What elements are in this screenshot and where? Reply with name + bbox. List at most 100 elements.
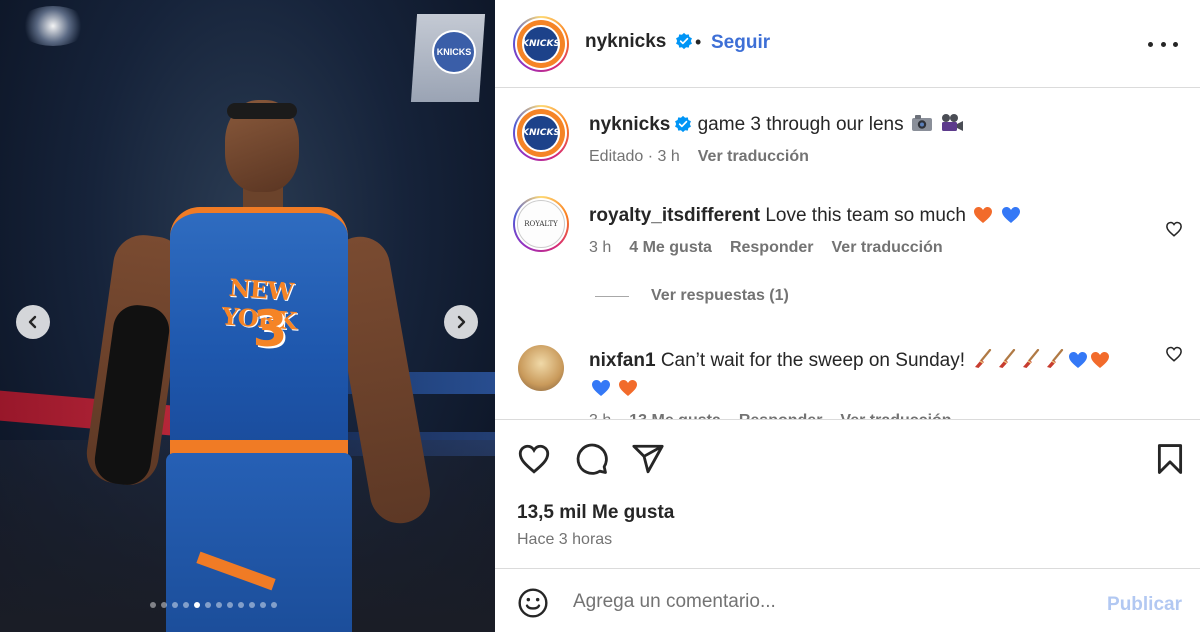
carousel-dot (227, 602, 233, 608)
see-translation-button[interactable]: Ver traducción (698, 143, 809, 171)
more-dot (1160, 41, 1166, 47)
comment-text: Love this team so much (765, 205, 966, 226)
caption-meta: Editado · 3 h Ver traducción (589, 143, 1149, 171)
comment-time: 3 h (589, 407, 611, 419)
meta-dot: · (647, 148, 654, 165)
broom-icon (1047, 349, 1064, 368)
caption-time: 3 h (657, 148, 680, 165)
comment-like-heart-icon[interactable] (1165, 220, 1183, 238)
banner-logo: KNICKS (432, 30, 476, 74)
comment-likes-count[interactable]: 4 Me gusta (629, 234, 712, 262)
comment-line: nixfan1 Can’t wait for the sweep on Sund… (589, 347, 1149, 375)
comment-meta: 3 h 13 Me gusta Responder Ver traducción (589, 407, 1149, 419)
view-replies-label: Ver respuestas (1) (651, 287, 789, 304)
orange-heart-icon (619, 380, 638, 396)
carousel-dot (205, 602, 211, 608)
add-comment-bar: Publicar (495, 570, 1200, 632)
carousel-dot (194, 602, 200, 608)
royalty-logo: ROYALTY (517, 200, 565, 248)
verified-badge-icon (675, 115, 692, 133)
header-user: nyknicks (585, 31, 693, 53)
reply-button[interactable]: Responder (730, 234, 814, 262)
comment-text: Can’t wait for the sweep on Sunday! (660, 350, 965, 371)
comment-avatar[interactable] (513, 341, 569, 397)
carousel-dot (161, 602, 167, 608)
view-replies-button[interactable]: Ver respuestas (1) (595, 287, 789, 305)
caption-avatar[interactable]: KNICKS (513, 105, 569, 161)
replies-line (595, 295, 629, 297)
comment-item: nixfan1 Can’t wait for the sweep on Sund… (513, 341, 1183, 419)
post-comment-button[interactable]: Publicar (1107, 594, 1182, 616)
caption-username[interactable]: nyknicks (589, 114, 670, 135)
comment-username[interactable]: nixfan1 (589, 350, 656, 371)
comment-emojis (970, 349, 1110, 371)
more-dot (1148, 41, 1153, 47)
post-actions: 13,5 mil Me gusta Hace 3 horas (495, 419, 1200, 569)
blue-heart-icon (592, 380, 610, 396)
carousel-dot (150, 602, 156, 608)
comment-meta: 3 h 4 Me gusta Responder Ver traducción (589, 234, 1149, 262)
camera-icon (911, 115, 932, 131)
comment-line (589, 375, 1149, 403)
reply-button[interactable]: Responder (739, 407, 823, 419)
blue-heart-icon (1001, 207, 1020, 223)
see-translation-button[interactable]: Ver traducción (840, 407, 951, 419)
caption-body: nyknicks game 3 through our lens Editado… (589, 111, 1149, 171)
player-waistband (170, 440, 348, 454)
carousel-dot (216, 602, 222, 608)
comment-icon[interactable] (575, 442, 609, 476)
comment-body: royalty_itsdifferent Love this team so m… (589, 202, 1149, 262)
follow-button[interactable]: Seguir (711, 32, 770, 54)
send-icon[interactable] (631, 442, 665, 476)
comment-item: ROYALTY royalty_itsdifferent Love this t… (513, 196, 1183, 276)
post-media-carousel[interactable]: KNICKS NEW YORK 3 (0, 0, 495, 632)
comment-avatar[interactable]: ROYALTY (513, 196, 569, 252)
caption-edited: Editado · 3 h (589, 143, 680, 171)
comment-time: 3 h (589, 239, 612, 256)
comment-input[interactable] (573, 584, 1093, 620)
player-photo: NEW YORK 3 (82, 95, 435, 632)
comment-line: royalty_itsdifferent Love this team so m… (589, 202, 1149, 230)
chevron-left-icon (28, 315, 37, 329)
jersey-number: 3 (252, 300, 288, 358)
chevron-right-icon (457, 315, 466, 329)
verified-badge-icon (675, 32, 692, 50)
carousel-dot (260, 602, 266, 608)
comment-likes-count[interactable]: 13 Me gusta (629, 407, 721, 419)
see-translation-button[interactable]: Ver traducción (832, 234, 943, 262)
comments-list[interactable]: KNICKS nyknicks game 3 through our lens … (495, 89, 1200, 419)
more-options-button[interactable] (1148, 30, 1178, 58)
profile-avatar[interactable]: KNICKS (513, 16, 569, 72)
orange-heart-icon (1091, 352, 1110, 368)
caption: KNICKS nyknicks game 3 through our lens … (513, 105, 1183, 175)
arena-light (18, 6, 88, 46)
likes-count[interactable]: 13,5 mil Me gusta (517, 502, 674, 524)
carousel-dot (249, 602, 255, 608)
more-dot (1173, 41, 1178, 47)
comment-username[interactable]: royalty_itsdifferent (589, 205, 760, 226)
carousel-dot (271, 602, 277, 608)
orange-heart-icon (974, 207, 993, 223)
carousel-dot (238, 602, 244, 608)
comment-like-heart-icon[interactable] (1165, 345, 1183, 363)
broom-icon (975, 349, 992, 368)
previous-slide-button[interactable] (16, 305, 50, 339)
bookmark-icon[interactable] (1153, 442, 1187, 476)
post-timestamp: Hace 3 horas (517, 531, 613, 548)
carousel-indicator (150, 602, 277, 608)
smiley-icon[interactable] (517, 587, 549, 619)
knicks-logo: KNICKS (522, 114, 560, 152)
caption-line: nyknicks game 3 through our lens (589, 111, 1149, 139)
player-headband (227, 103, 297, 119)
heart-icon[interactable] (517, 442, 551, 476)
broom-icon (999, 349, 1016, 368)
broom-icon (1023, 349, 1040, 368)
next-slide-button[interactable] (444, 305, 478, 339)
comment-body: nixfan1 Can’t wait for the sweep on Sund… (589, 347, 1149, 419)
edited-label: Editado (589, 148, 644, 165)
carousel-dot (183, 602, 189, 608)
knicks-logo: KNICKS (522, 25, 560, 63)
username-link[interactable]: nyknicks (585, 31, 666, 52)
blue-heart-icon (1069, 352, 1088, 368)
movie-camera-icon (942, 114, 964, 131)
